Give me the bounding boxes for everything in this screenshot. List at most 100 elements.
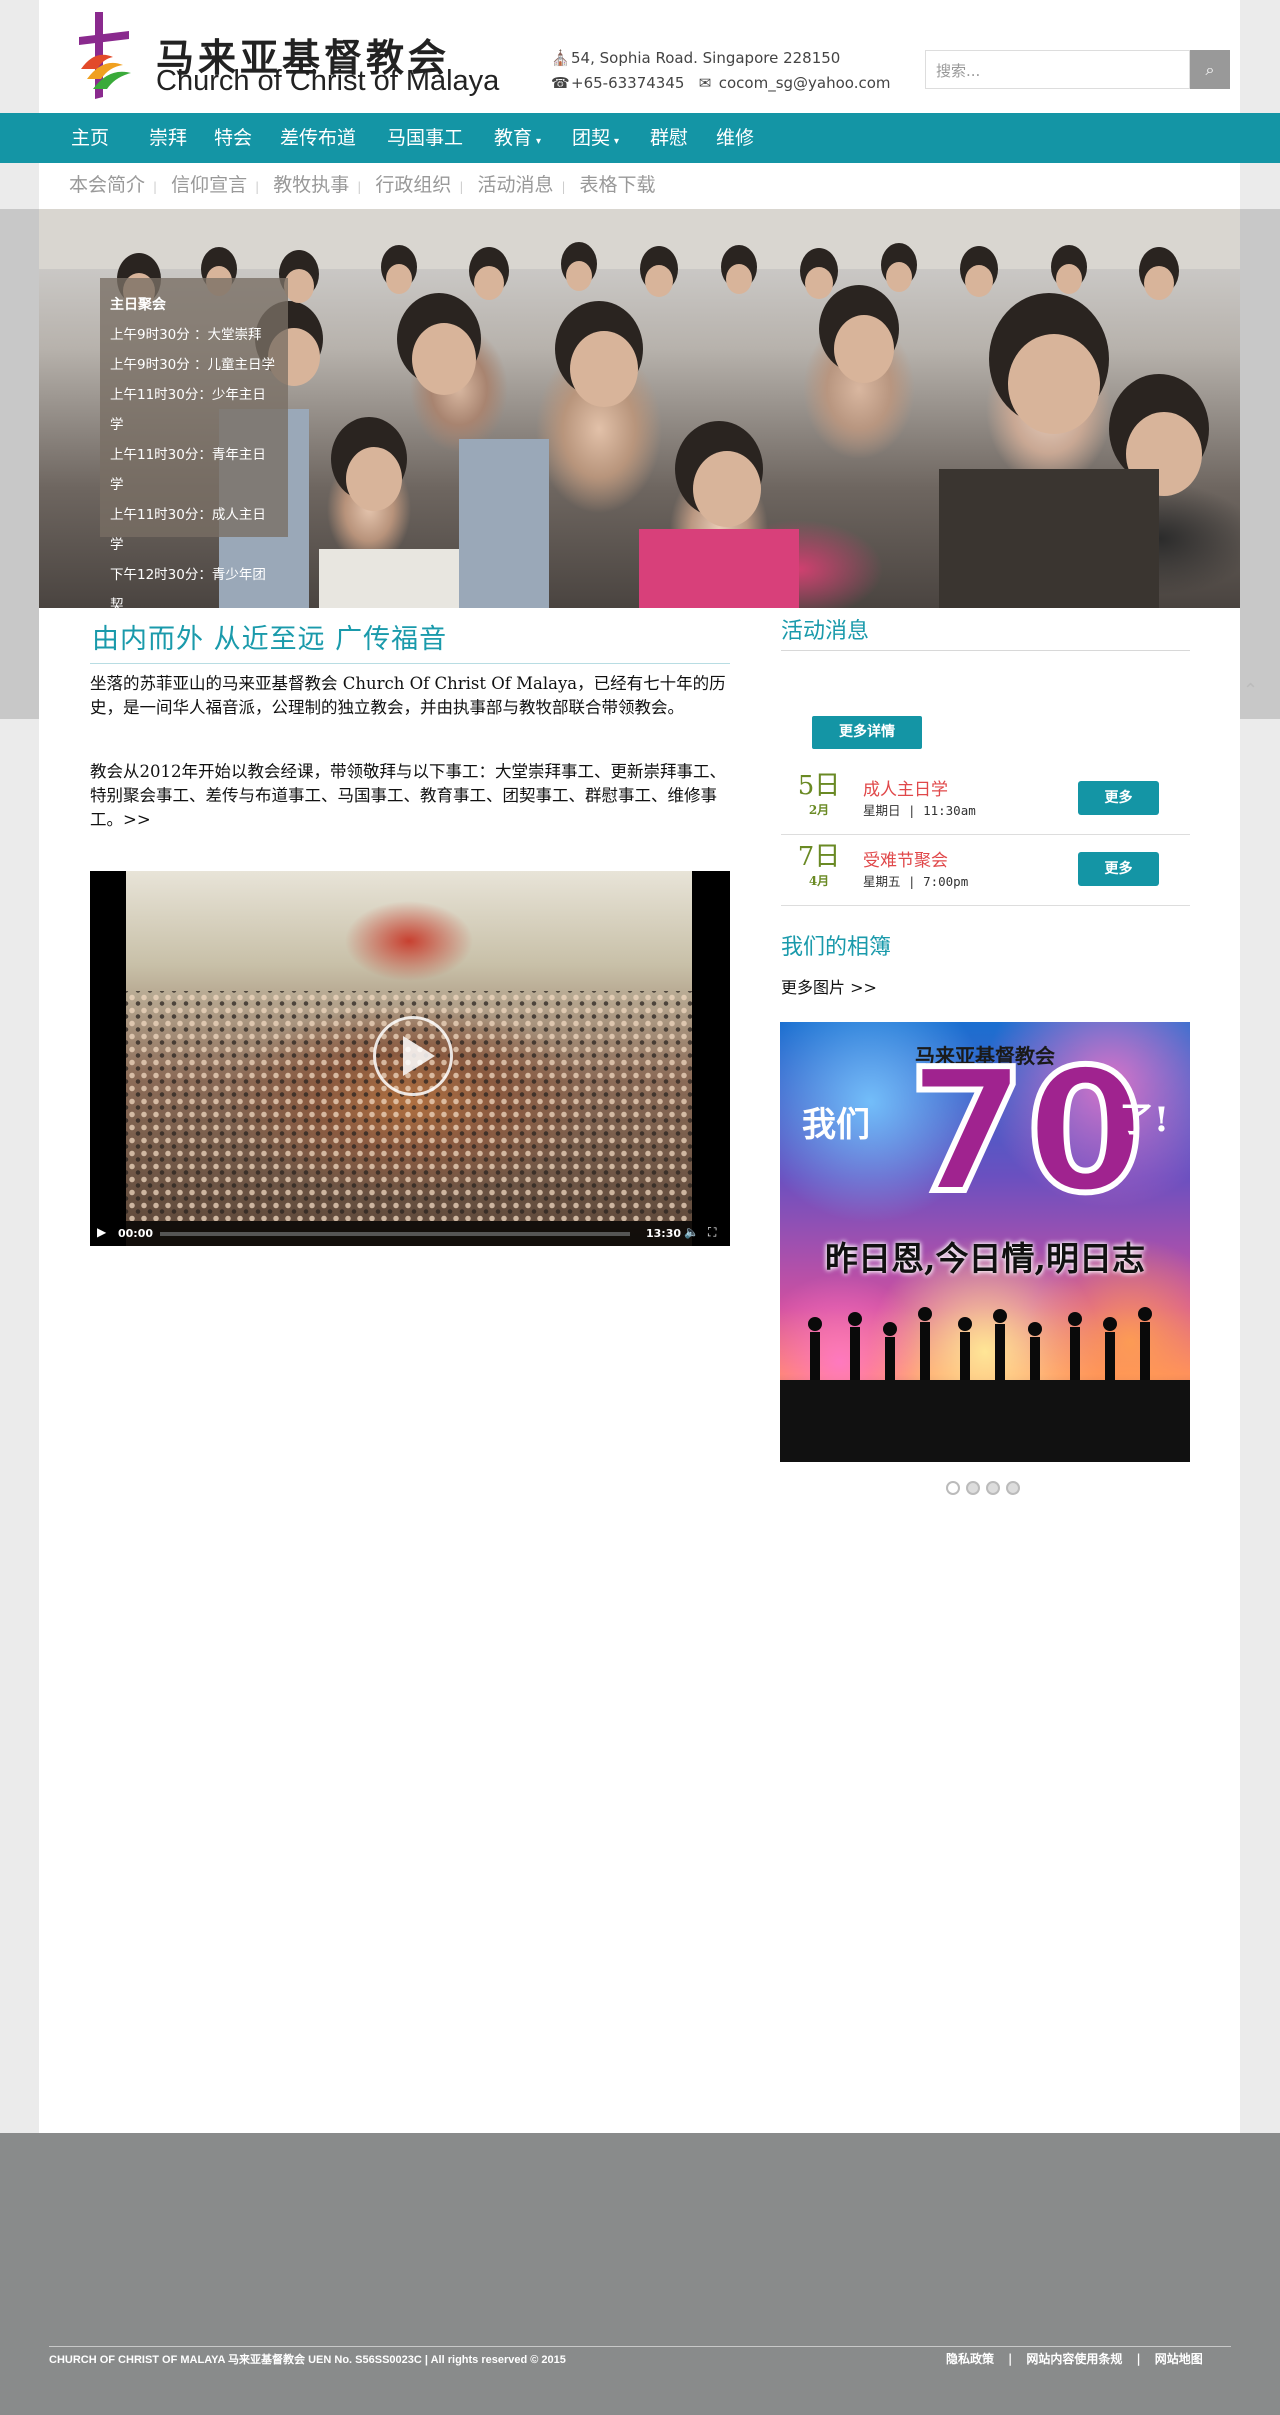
intro-paragraph: 坐落的苏菲亚山的马来亚基督教会 Church Of Christ Of Mala… bbox=[90, 674, 726, 717]
search-button[interactable]: ⌕ bbox=[1190, 50, 1230, 89]
church-video-player[interactable]: ▶ 00:00 13:30 🔈 ⛶ bbox=[90, 871, 730, 1246]
nav-item-fellowship[interactable]: 团契 ▾ bbox=[572, 113, 619, 163]
nav-label: 马国事工 bbox=[387, 127, 464, 149]
event-item: 5日 2月 成人主日学 星期日 | 11:30am 更多 bbox=[781, 765, 1190, 835]
section-divider bbox=[90, 663, 730, 664]
address-text: 54, Sophia Road. Singapore 228150 bbox=[571, 49, 841, 67]
event-day: 7日 bbox=[797, 842, 841, 872]
envelope-icon: ✉ bbox=[698, 74, 712, 92]
video-controls: ▶ 00:00 13:30 🔈 ⛶ bbox=[90, 1221, 730, 1246]
search-icon: ⌕ bbox=[1205, 60, 1215, 79]
nav-item-maintenance[interactable]: 维修 bbox=[716, 113, 754, 163]
ministry-paragraph[interactable]: 教会从2012年开始以教会经课，带领敬拜与以下事工：大堂崇拜事工、更新崇拜事工、… bbox=[90, 760, 730, 832]
slider-pagination bbox=[946, 1480, 1026, 1499]
video-duration: 13:30 bbox=[646, 1227, 682, 1240]
subnav-separator: | bbox=[255, 180, 260, 194]
nav-label: 团契 bbox=[572, 127, 611, 149]
sunday-service-box: 主日聚会 上午9时30分 ：大堂崇拜 上午9时30分 ：儿童主日学 上午11时3… bbox=[100, 278, 288, 643]
footer-link-privacy[interactable]: 隐私政策 bbox=[946, 2352, 994, 2366]
slider-dot[interactable] bbox=[946, 1481, 960, 1495]
album-slide-image[interactable]: 马来亚基督教会 70 我们 了! 昨日恩,今日情,明日志 bbox=[780, 1022, 1190, 1462]
main-section-title: 由内而外 从近至远 广传福音 bbox=[92, 624, 448, 655]
nav-item-education[interactable]: 教育 ▾ bbox=[494, 113, 541, 163]
video-current-time: 00:00 bbox=[118, 1227, 154, 1240]
subnav-separator: | bbox=[561, 180, 566, 194]
subnav-separator: | bbox=[153, 180, 158, 194]
subnav-organization[interactable]: 行政组织 bbox=[375, 174, 451, 196]
search-input[interactable]: 搜索... bbox=[925, 50, 1190, 89]
address-line: ⛪54, Sophia Road. Singapore 228150 bbox=[551, 46, 891, 71]
banner-le-text: 了! bbox=[1120, 1100, 1169, 1140]
nav-item-home[interactable]: 主页 bbox=[71, 113, 109, 163]
side-strip-right bbox=[1240, 209, 1280, 719]
contact-line: ☎+65-63374345 ✉ cocom_sg@yahoo.com bbox=[551, 71, 891, 96]
event-item: 7日 4月 受难节聚会 星期五 | 7:00pm 更多 bbox=[781, 836, 1190, 906]
church-logo-icon bbox=[79, 12, 131, 99]
page-footer bbox=[0, 2133, 1280, 2415]
slider-dot[interactable] bbox=[966, 1481, 980, 1495]
subnav-separator: | bbox=[357, 180, 362, 194]
side-strip-left bbox=[0, 209, 39, 719]
service-line: 上午9时30分 ：大堂崇拜 bbox=[110, 327, 262, 343]
events-divider bbox=[781, 650, 1190, 651]
logo-english-text: Church of Christ of Malaya bbox=[156, 65, 500, 97]
slider-dot[interactable] bbox=[986, 1481, 1000, 1495]
nav-item-care[interactable]: 群慰 bbox=[650, 113, 688, 163]
service-line: 上午11时30分：青年主日学 bbox=[110, 447, 266, 493]
nav-item-worship[interactable]: 崇拜 bbox=[149, 113, 187, 163]
subnav-forms[interactable]: 表格下载 bbox=[580, 174, 656, 196]
nav-label: 崇拜 bbox=[149, 127, 188, 149]
event-day: 5日 bbox=[797, 771, 841, 801]
banner-ground bbox=[780, 1380, 1190, 1462]
more-details-button[interactable]: 更多详情 bbox=[812, 716, 922, 749]
church-icon: ⛪ bbox=[551, 49, 570, 67]
event-name[interactable]: 成人主日学 bbox=[863, 775, 948, 800]
fullscreen-icon[interactable]: ⛶ bbox=[708, 1225, 716, 1240]
subnav-faith[interactable]: 信仰宣言 bbox=[171, 174, 247, 196]
nav-item-special-meetings[interactable]: 特会 bbox=[214, 113, 252, 163]
sub-navigation: 本会简介 | 信仰宣言 | 教牧执事 | 行政组织 | 活动消息 | 表格下载 bbox=[69, 170, 656, 200]
nav-label: 维修 bbox=[716, 127, 755, 149]
nav-label: 差传布道 bbox=[280, 127, 357, 149]
phone-text: +65-63374345 bbox=[571, 74, 685, 92]
album-more-link[interactable]: 更多图片 >> bbox=[781, 974, 877, 998]
banner-we-text: 我们 bbox=[802, 1105, 870, 1145]
footer-separator: | bbox=[1136, 2352, 1141, 2366]
footer-separator: | bbox=[1008, 2352, 1013, 2366]
service-line: 上午11时30分：少年主日学 bbox=[110, 387, 266, 433]
footer-link-terms[interactable]: 网站内容使用条规 bbox=[1026, 2352, 1122, 2366]
banner-slogan: 昨日恩,今日情,明日志 bbox=[825, 1239, 1145, 1278]
main-navbar: 主页 崇拜 特会 差传布道 马国事工 教育 ▾ 团契 ▾ 群慰 维修 bbox=[0, 113, 1280, 163]
play-icon bbox=[403, 1036, 435, 1076]
nav-item-missions[interactable]: 差传布道 bbox=[280, 113, 356, 163]
event-month: 2月 bbox=[808, 803, 830, 817]
nav-item-malaysia-ministry[interactable]: 马国事工 bbox=[387, 113, 463, 163]
footer-links: 隐私政策 | 网站内容使用条规 | 网站地图 bbox=[946, 2350, 1203, 2367]
site-logo[interactable]: 马来亚基督教会 Church of Christ of Malaya bbox=[73, 7, 499, 104]
event-more-button[interactable]: 更多 bbox=[1078, 781, 1159, 815]
subnav-events[interactable]: 活动消息 bbox=[477, 174, 553, 196]
event-time: 星期五 | 7:00pm bbox=[863, 874, 969, 889]
nav-label: 特会 bbox=[214, 127, 253, 149]
play-icon[interactable]: ▶ bbox=[97, 1225, 106, 1239]
nav-label: 主页 bbox=[71, 127, 110, 149]
footer-link-sitemap[interactable]: 网站地图 bbox=[1155, 2352, 1203, 2366]
email-link[interactable]: cocom_sg@yahoo.com bbox=[719, 74, 891, 92]
event-more-button[interactable]: 更多 bbox=[1078, 852, 1159, 886]
footer-copyright: CHURCH OF CHRIST OF MALAYA 马来亚基督教会 UEN N… bbox=[49, 2354, 566, 2366]
scroll-up-icon[interactable]: ⌃ bbox=[1243, 680, 1258, 701]
subnav-pastors[interactable]: 教牧执事 bbox=[273, 174, 349, 196]
service-line: 下午12时30分：青少年团契 bbox=[110, 567, 266, 613]
slider-dot[interactable] bbox=[1006, 1481, 1020, 1495]
phone-icon: ☎ bbox=[551, 74, 570, 92]
event-month: 4月 bbox=[808, 874, 830, 888]
subnav-about[interactable]: 本会简介 bbox=[69, 174, 145, 196]
subnav-separator: | bbox=[459, 180, 464, 194]
nav-label: 教育 bbox=[494, 127, 533, 149]
service-line: 上午9时30分 ：儿童主日学 bbox=[110, 357, 276, 373]
banner-70-text: 70 bbox=[905, 1033, 1148, 1231]
event-name[interactable]: 受难节聚会 bbox=[863, 846, 948, 871]
video-progress-bar[interactable] bbox=[160, 1232, 630, 1236]
volume-icon[interactable]: 🔈 bbox=[684, 1225, 699, 1239]
event-time: 星期日 | 11:30am bbox=[863, 803, 976, 818]
